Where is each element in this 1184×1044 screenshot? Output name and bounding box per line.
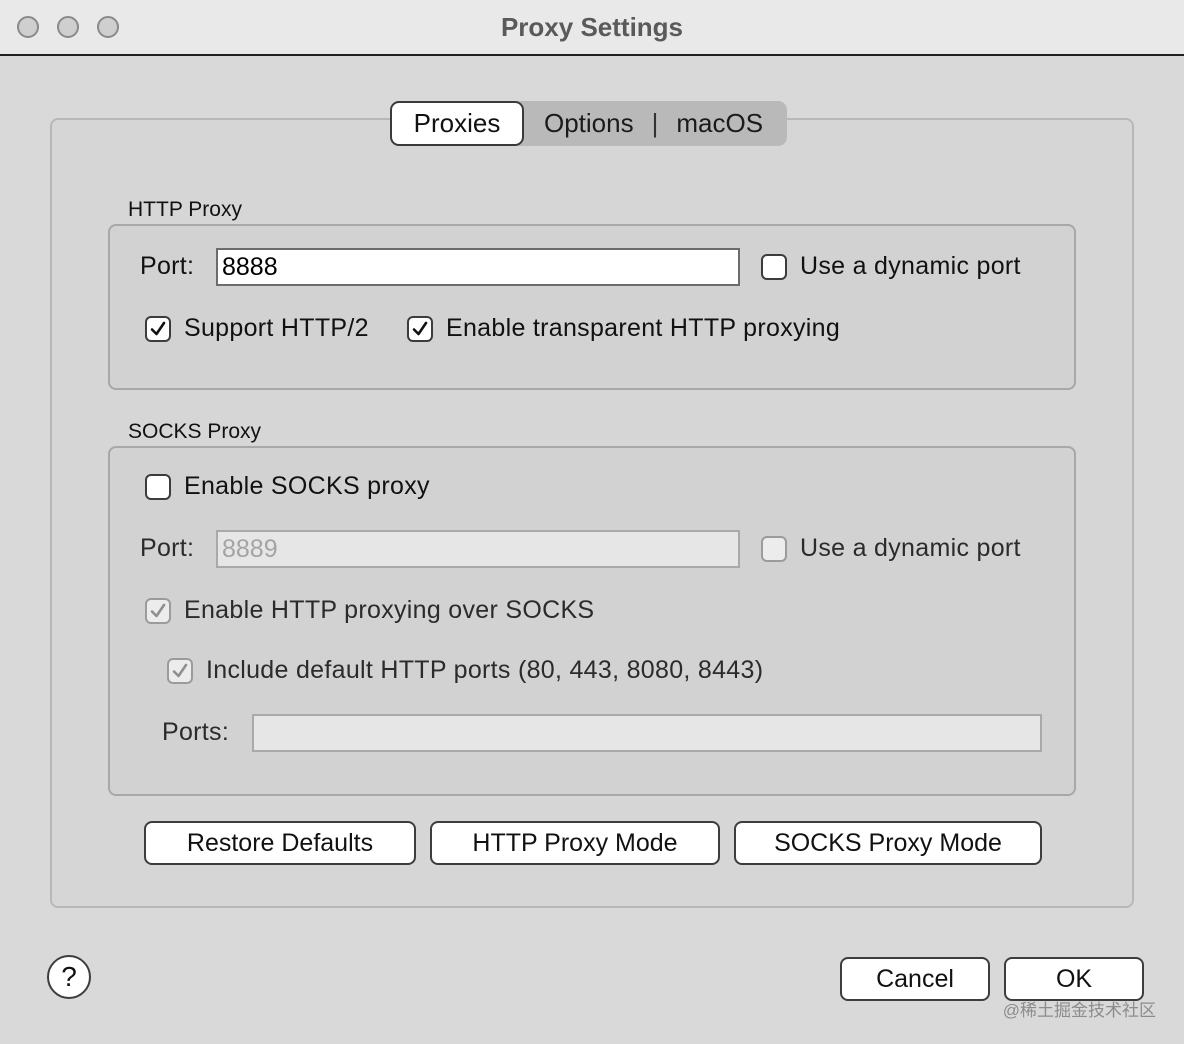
http-port-label: Port: bbox=[140, 252, 195, 280]
checkmark-icon bbox=[150, 321, 166, 336]
inactive-tabs: Options | macOS bbox=[518, 101, 788, 146]
http-proxy-mode-button[interactable]: HTTP Proxy Mode bbox=[430, 821, 720, 865]
support-http2-checkbox[interactable] bbox=[145, 316, 171, 342]
socks-dynamic-port-label: Use a dynamic port bbox=[800, 534, 1021, 562]
transparent-proxying-label: Enable transparent HTTP proxying bbox=[446, 314, 841, 342]
ports-input[interactable] bbox=[252, 714, 1042, 752]
enable-socks-checkbox[interactable] bbox=[145, 474, 171, 500]
ports-label: Ports: bbox=[162, 718, 230, 746]
tab-separator: | bbox=[651, 108, 659, 138]
http-dynamic-port-label: Use a dynamic port bbox=[800, 252, 1021, 280]
http-port-input[interactable]: 8888 bbox=[216, 248, 740, 286]
help-button[interactable]: ? bbox=[47, 955, 91, 999]
ok-button[interactable]: OK bbox=[1004, 957, 1144, 1001]
include-default-ports-label: Include default HTTP ports (80, 443, 808… bbox=[206, 656, 764, 684]
title-bar: Proxy Settings bbox=[0, 0, 1184, 56]
window-title: Proxy Settings bbox=[500, 12, 684, 42]
http-proxy-group-title: HTTP Proxy bbox=[128, 198, 242, 221]
socks-proxy-group-title: SOCKS Proxy bbox=[128, 420, 262, 443]
tab-options[interactable]: Options bbox=[544, 108, 634, 139]
socks-port-label: Port: bbox=[140, 534, 195, 562]
transparent-proxying-checkbox[interactable] bbox=[407, 316, 433, 342]
include-default-ports-checkbox[interactable] bbox=[167, 658, 193, 684]
http-dynamic-port-checkbox[interactable] bbox=[761, 254, 787, 280]
cancel-button[interactable]: Cancel bbox=[840, 957, 990, 1001]
http-over-socks-label: Enable HTTP proxying over SOCKS bbox=[184, 596, 595, 624]
support-http2-label: Support HTTP/2 bbox=[184, 314, 369, 342]
tab-macos[interactable]: macOS bbox=[676, 108, 763, 139]
socks-dynamic-port-checkbox[interactable] bbox=[761, 536, 787, 562]
checkmark-icon bbox=[150, 603, 166, 618]
socks-port-input[interactable]: 8889 bbox=[216, 530, 740, 568]
watermark: @稀土掘金技术社区 bbox=[1002, 1001, 1156, 1020]
proxy-settings-window: Proxy Settings Proxies Options | macOS H… bbox=[0, 0, 1184, 1044]
tab-bar: Proxies Options | macOS bbox=[390, 101, 788, 146]
checkmark-icon bbox=[412, 321, 428, 336]
enable-socks-label: Enable SOCKS proxy bbox=[184, 472, 430, 500]
socks-proxy-mode-button[interactable]: SOCKS Proxy Mode bbox=[734, 821, 1042, 865]
restore-defaults-button[interactable]: Restore Defaults bbox=[144, 821, 416, 865]
http-over-socks-checkbox[interactable] bbox=[145, 598, 171, 624]
tab-proxies[interactable]: Proxies bbox=[390, 101, 524, 146]
checkmark-icon bbox=[172, 663, 188, 678]
